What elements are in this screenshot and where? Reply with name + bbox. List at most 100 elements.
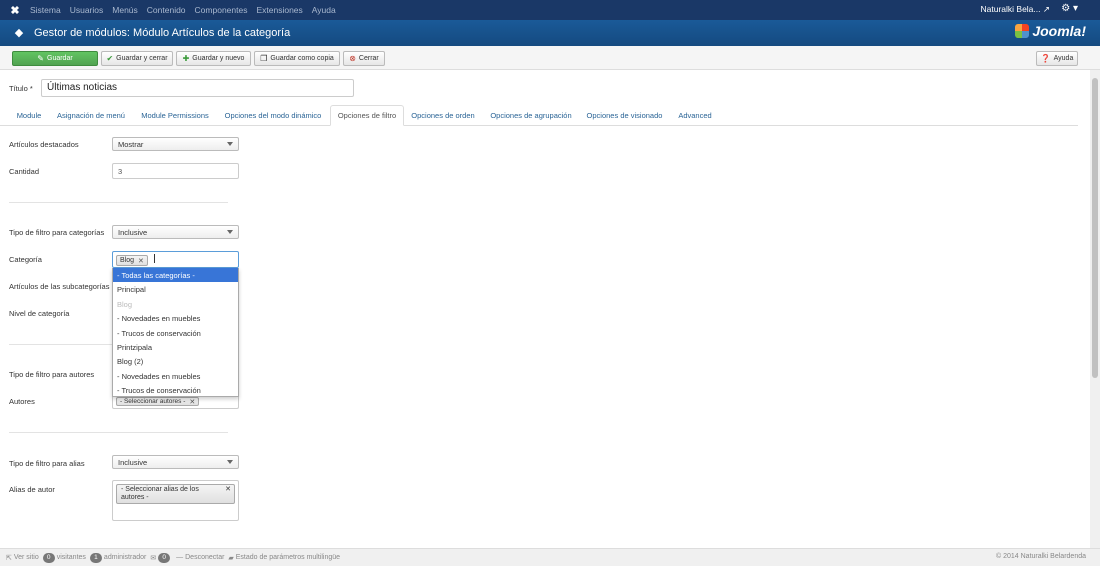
count-input[interactable]: 3: [112, 163, 239, 179]
category-multiselect[interactable]: Blog ✕: [112, 251, 239, 268]
external-link-icon: ⇱: [6, 554, 12, 562]
authors-label: Autores: [9, 397, 35, 406]
dropdown-option: Blog: [117, 299, 133, 309]
alias-filter-label: Tipo de filtro para alias: [9, 459, 85, 468]
save-copy-label: Guardar como copia: [270, 55, 334, 62]
tab-bar: Module Asignación de menú Module Permiss…: [0, 105, 1078, 126]
category-dropdown: - Todas las categorías - Principal Blog …: [112, 268, 239, 397]
question-icon: ❓: [1040, 54, 1051, 63]
alias-placeholder: - Seleccionar alias de los autores -: [121, 486, 199, 501]
joomla-logo-icon: [1015, 24, 1030, 38]
close-icon[interactable]: ✕: [189, 398, 195, 406]
dropdown-option[interactable]: - Trucos de conservación: [113, 326, 238, 340]
view-site-link[interactable]: ⇱ Ver sitio: [6, 554, 39, 562]
admins-badge: 1: [89, 552, 102, 563]
menu-item-sistema[interactable]: Sistema: [30, 5, 61, 15]
dropdown-option[interactable]: - Novedades en muebles: [113, 369, 238, 383]
authors-multiselect[interactable]: - Seleccionar autores - ✕: [112, 396, 239, 409]
alias-multiselect[interactable]: - Seleccionar alias de los autores - ✕: [112, 480, 239, 521]
featured-select[interactable]: Mostrar: [112, 137, 239, 151]
dropdown-option[interactable]: - Todas las categorías -: [113, 268, 238, 283]
alias-placeholder-tag[interactable]: - Seleccionar alias de los autores - ✕: [116, 484, 235, 504]
tab-grouping-options[interactable]: Opciones de agrupación: [484, 105, 578, 126]
visitors-badge: 0: [42, 552, 55, 563]
cancel-icon: ⊗: [349, 54, 356, 63]
minus-icon: —: [176, 554, 184, 561]
toolbar: ✎ Guardar ✔ Guardar y cerrar ✚ Guardar y nu…: [0, 46, 1100, 70]
tab-filter-options[interactable]: Opciones de filtro: [330, 105, 404, 126]
tab-menu-assignment[interactable]: Asignación de menú: [52, 105, 130, 126]
tab-module[interactable]: Module: [9, 105, 49, 126]
menu-item-contenido[interactable]: Contenido: [147, 5, 186, 15]
subcat-label: Artículos de las subcategorías: [9, 282, 110, 291]
joomla-logo: Joomla!: [1015, 23, 1086, 39]
tab-advanced[interactable]: Advanced: [673, 105, 717, 126]
author-filter-label: Tipo de filtro para autores: [9, 370, 95, 379]
category-tag[interactable]: Blog ✕: [116, 255, 148, 266]
dropdown-option[interactable]: Printzipala: [113, 340, 238, 354]
title-input[interactable]: Últimas noticias: [41, 79, 354, 97]
chevron-down-icon: [227, 460, 233, 464]
logout-label: Desconectar: [185, 554, 225, 561]
admin-menu: Sistema Usuarios Menús Contenido Compone…: [30, 5, 345, 15]
authors-placeholder: - Seleccionar autores -: [120, 398, 186, 405]
tab-display-options[interactable]: Opciones de visionado: [582, 105, 667, 126]
user-name: Naturalki Bela...: [980, 4, 1041, 14]
visitors-label: visitantes: [56, 554, 86, 561]
close-button[interactable]: ⊗ Cerrar: [343, 51, 385, 66]
admins-label: administrador: [103, 554, 147, 561]
menu-item-ayuda[interactable]: Ayuda: [312, 5, 336, 15]
status-bar: ⇱ Ver sitio 0 visitantes 1 administrador ✉…: [0, 548, 1100, 566]
menu-item-extensiones[interactable]: Extensiones: [256, 5, 302, 15]
copy-icon: ❐: [260, 54, 268, 63]
page-scrollbar[interactable]: [1090, 70, 1100, 548]
visitors-status: 0 visitantes: [42, 552, 86, 563]
tab-ordering-options[interactable]: Opciones de orden: [407, 105, 479, 126]
menu-item-menus[interactable]: Menús: [112, 5, 138, 15]
external-link-icon: ↗: [1042, 4, 1050, 14]
save-new-button[interactable]: ✚ Guardar y nuevo: [176, 51, 251, 66]
close-icon[interactable]: ✕: [138, 257, 144, 265]
page-header: ◆ Gestor de módulos: Módulo Artículos de…: [0, 20, 1100, 46]
help-label: Ayuda: [1053, 55, 1074, 62]
close-icon[interactable]: ✕: [225, 486, 231, 494]
save-copy-button[interactable]: ❐ Guardar como copia: [254, 51, 340, 66]
save-button-label: Guardar: [47, 55, 73, 62]
joomla-admin-icon[interactable]: ✖: [0, 4, 30, 17]
menu-item-componentes[interactable]: Componentes: [195, 5, 248, 15]
save-new-label: Guardar y nuevo: [192, 55, 245, 62]
cat-filter-select[interactable]: Inclusive: [112, 225, 239, 239]
plus-icon: ✚: [182, 54, 190, 63]
tab-module-permissions[interactable]: Module Permissions: [135, 105, 215, 126]
level-label: Nivel de categoría: [9, 309, 70, 318]
dropdown-option[interactable]: - Novedades en muebles: [113, 311, 238, 325]
logout-link[interactable]: — Desconectar: [176, 554, 224, 561]
comment-icon: ▰: [228, 554, 234, 562]
dropdown-option[interactable]: Principal: [113, 282, 238, 296]
user-menu[interactable]: Naturalki Bela... ↗: [981, 4, 1051, 15]
admins-status: 1 administrador: [89, 552, 147, 563]
alias-filter-select[interactable]: Inclusive: [112, 455, 239, 469]
multilang-label: Estado de parámetros multilingüe: [235, 554, 341, 561]
view-site-label: Ver sitio: [13, 554, 39, 561]
authors-placeholder-tag[interactable]: - Seleccionar autores - ✕: [116, 397, 200, 406]
dropdown-option[interactable]: - Trucos de conservación: [113, 383, 238, 397]
featured-label: Artículos destacados: [9, 140, 79, 149]
tab-dynamic-mode[interactable]: Opciones del modo dinámico: [219, 105, 327, 126]
dropdown-option[interactable]: Blog (2): [113, 354, 238, 368]
copyright: © 2014 Naturalki Belardenda: [996, 553, 1086, 560]
top-navbar: ✖ Sistema Usuarios Menús Contenido Compo…: [0, 0, 1100, 20]
save-close-label: Guardar y cerrar: [116, 55, 168, 62]
save-button[interactable]: ✎ Guardar: [12, 51, 98, 66]
featured-value: Mostrar: [118, 140, 144, 149]
help-button[interactable]: ❓ Ayuda: [1036, 51, 1078, 66]
divider: [9, 432, 228, 433]
save-close-button[interactable]: ✔ Guardar y cerrar: [101, 51, 173, 66]
messages-status[interactable]: ✉ 0: [150, 552, 172, 563]
count-label: Cantidad: [9, 167, 40, 176]
multilang-link[interactable]: ▰ Estado de parámetros multilingüe: [228, 554, 340, 562]
divider: [9, 202, 228, 203]
scrollbar-thumb[interactable]: [1092, 78, 1098, 378]
gear-icon[interactable]: ⚙ ▾: [1061, 3, 1078, 14]
menu-item-usuarios[interactable]: Usuarios: [70, 5, 104, 15]
